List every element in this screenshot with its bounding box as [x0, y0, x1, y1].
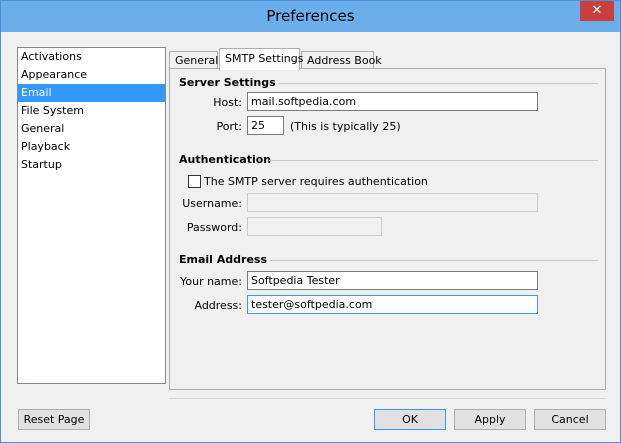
your-name-label: Your name:	[180, 275, 242, 288]
address-input[interactable]: tester@softpedia.com	[247, 295, 538, 314]
title-bar[interactable]: Preferences ✕	[1, 1, 620, 32]
smtp-settings-panel: Server Settings Host: mail.softpedia.com…	[169, 68, 606, 390]
port-hint: (This is typically 25)	[290, 120, 401, 133]
reset-page-button[interactable]: Reset Page	[18, 409, 90, 430]
server-settings-divider	[278, 83, 598, 84]
window-title: Preferences	[266, 7, 355, 25]
dialog-content: Activations Appearance Email File System Gen…	[8, 32, 613, 436]
category-list[interactable]: Activations Appearance Email File System Gen…	[17, 47, 166, 384]
password-label: Password:	[186, 221, 242, 234]
sidebar-item-playback[interactable]: Playback	[18, 138, 165, 156]
email-address-divider	[270, 260, 598, 261]
sidebar-item-startup[interactable]: Startup	[18, 156, 165, 174]
host-input[interactable]: mail.softpedia.com	[247, 92, 538, 111]
sidebar-item-file-system[interactable]: File System	[18, 102, 165, 120]
authentication-heading: Authentication	[179, 153, 276, 166]
authentication-divider	[269, 160, 598, 161]
cancel-button[interactable]: Cancel	[534, 409, 606, 430]
sidebar-item-activations[interactable]: Activations	[18, 48, 165, 66]
close-icon: ✕	[591, 3, 603, 18]
ok-button[interactable]: OK	[374, 409, 446, 430]
address-label: Address:	[194, 299, 242, 312]
apply-button[interactable]: Apply	[454, 409, 526, 430]
password-input[interactable]	[247, 217, 382, 236]
port-label: Port:	[216, 120, 242, 133]
close-button[interactable]: ✕	[580, 1, 614, 21]
sidebar-item-general[interactable]: General	[18, 120, 165, 138]
port-input[interactable]: 25	[247, 116, 284, 135]
sidebar-item-email[interactable]: Email	[18, 84, 165, 102]
host-label: Host:	[213, 96, 242, 109]
sidebar-item-appearance[interactable]: Appearance	[18, 66, 165, 84]
tab-smtp-settings[interactable]: SMTP Settings	[219, 48, 303, 70]
email-address-heading: Email Address	[179, 253, 272, 266]
tab-general[interactable]: General	[169, 51, 218, 69]
auth-required-checkbox[interactable]	[188, 175, 201, 188]
auth-required-label[interactable]: The SMTP server requires authentication	[204, 175, 428, 188]
username-input[interactable]	[247, 193, 538, 212]
preferences-window: Preferences ✕ Activations Appearance Email…	[0, 0, 621, 443]
server-settings-heading: Server Settings	[179, 76, 280, 89]
username-label: Username:	[182, 197, 242, 210]
tab-address-book[interactable]: Address Book	[301, 51, 382, 69]
your-name-input[interactable]: Softpedia Tester	[247, 271, 538, 290]
footer-separator	[169, 398, 606, 399]
